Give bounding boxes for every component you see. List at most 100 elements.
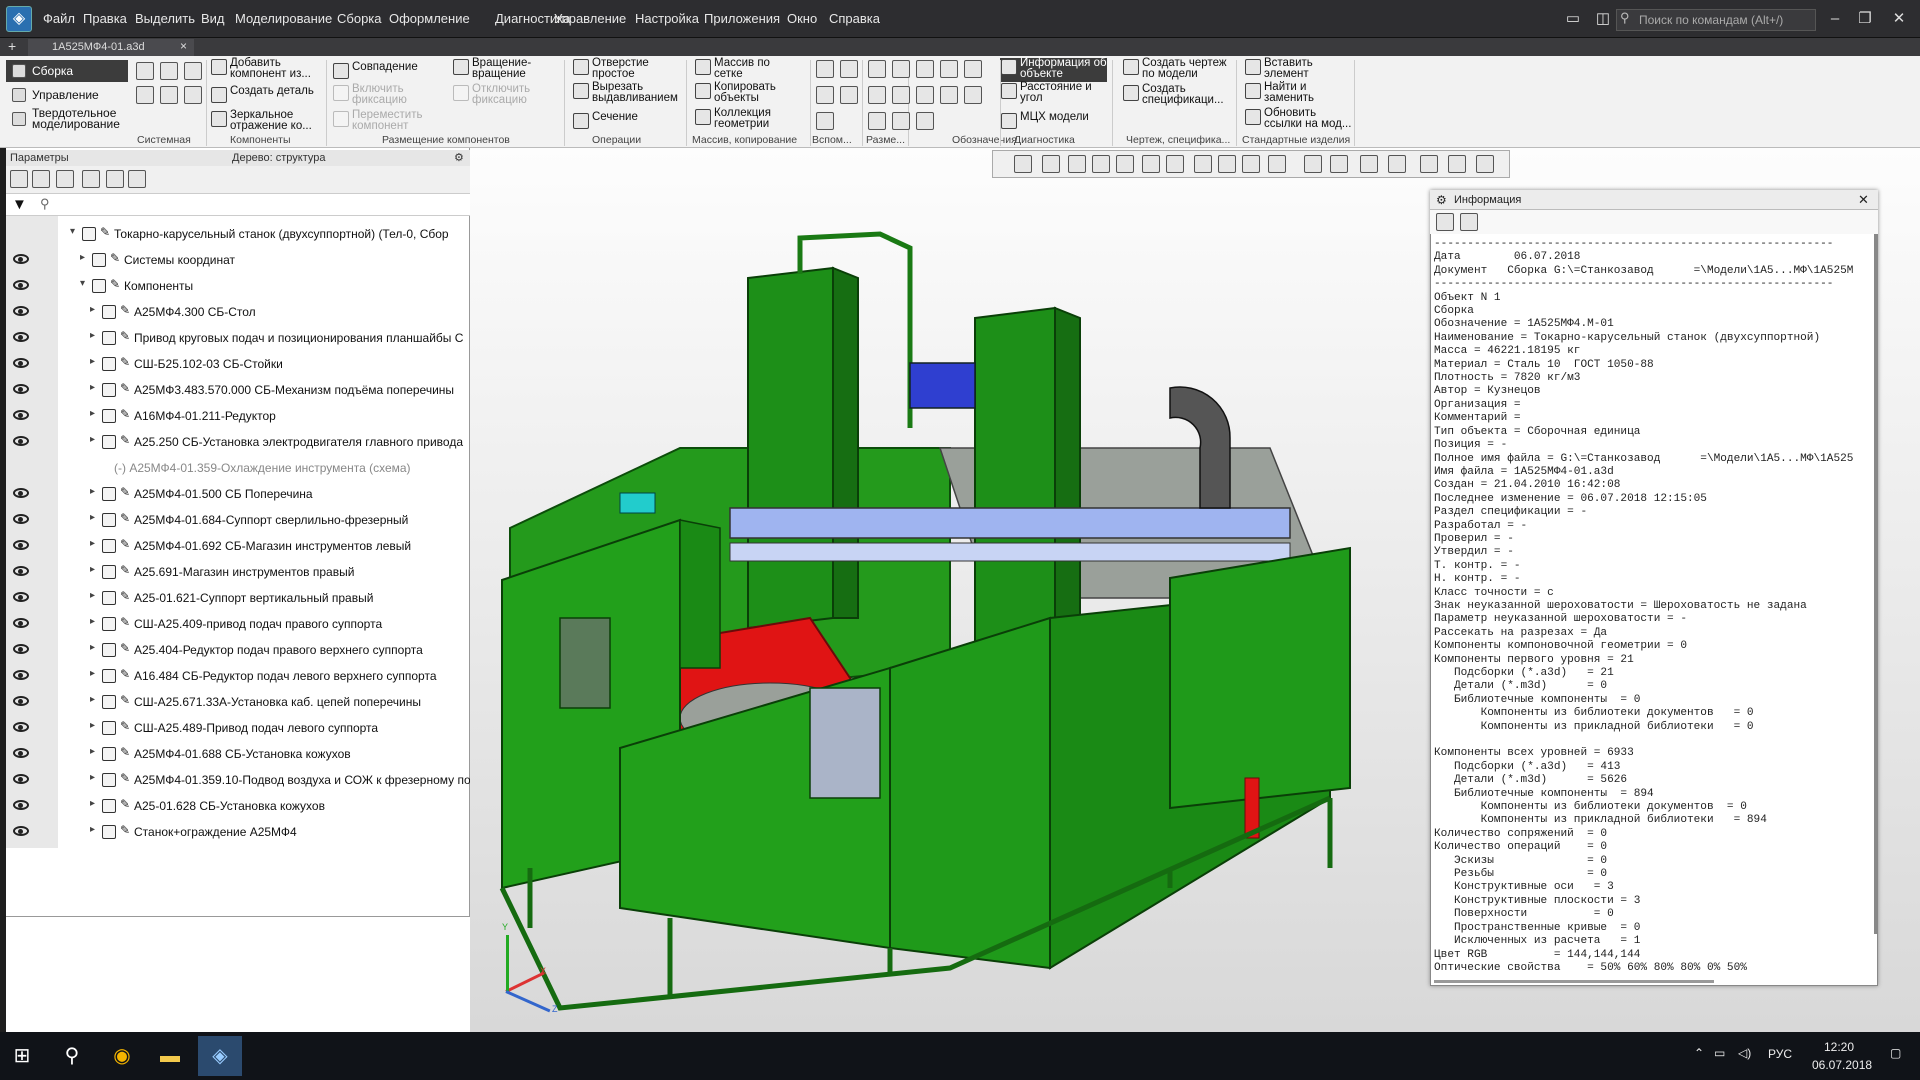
tree-row[interactable]: ▸ ✎ Станок+ограждение А25МФ4 [6,820,470,846]
menu-item[interactable]: Файл [38,0,80,38]
tree-row[interactable]: ▸ ✎ А25МФ3.483.570.000 СБ-Механизм подъёма… [6,378,470,404]
ribbon-tool-icon[interactable] [964,86,982,104]
chrome-icon[interactable]: ◉ [100,1036,144,1076]
ribbon-tool-icon[interactable] [940,60,958,78]
clock-time[interactable]: 12:20 [1824,1040,1854,1054]
expand-arrow-icon[interactable]: ▸ [90,564,95,575]
view-tool-icon[interactable] [1116,155,1134,173]
tree-row[interactable]: ▸ ✎ А25МФ4-01.500 СБ Поперечина [6,482,470,508]
ribbon-button-11[interactable]: Массив по сетке [694,57,770,82]
expand-arrow-icon[interactable]: ▸ [90,824,95,835]
document-tab[interactable]: 1А525МФ4-01.a3d [28,39,194,56]
tree-row[interactable]: ▸ ✎ А25-01.621-Суппорт вертикальный правый [6,586,470,612]
ribbon-button-7[interactable]: Отключить фиксацию [452,83,530,108]
restore-button[interactable]: ❐ [1848,6,1882,32]
tree-tool-icon[interactable] [106,170,124,188]
menu-item[interactable]: Моделирование [230,0,337,38]
menu-item[interactable]: Окно [782,0,822,38]
expand-arrow-icon[interactable]: ▸ [90,356,95,367]
collapse-arrow-icon[interactable]: ▾ [70,226,75,237]
visibility-eye-icon[interactable] [13,514,29,524]
expand-arrow-icon[interactable]: ▸ [90,720,95,731]
tree-row[interactable]: ▸ ✎ СШ-А25.489-Привод подач левого суппорт… [6,716,470,742]
ribbon-tool-icon[interactable] [160,62,178,80]
expand-arrow-icon[interactable]: ▸ [80,252,85,263]
visibility-eye-icon[interactable] [13,618,29,628]
ribbon-tool-icon[interactable] [868,60,886,78]
print-icon[interactable] [1460,213,1478,231]
tree-row[interactable]: ▸ ✎ А25.691-Магазин инструментов правый [6,560,470,586]
menu-item[interactable]: Выделить [130,0,200,38]
visibility-eye-icon[interactable] [13,384,29,394]
tree-row[interactable]: ▸ ✎ СШ-Б25.102-03 СБ-Стойки [6,352,470,378]
tree-tool-icon[interactable] [82,170,100,188]
expand-arrow-icon[interactable]: ▸ [90,772,95,783]
expand-arrow-icon[interactable]: ▸ [90,304,95,315]
visibility-eye-icon[interactable] [13,696,29,706]
view-tool-icon[interactable] [1268,155,1286,173]
view-tool-icon[interactable] [1014,155,1032,173]
network-icon[interactable]: ▭ [1714,1046,1725,1060]
visibility-eye-icon[interactable] [13,280,29,290]
tree-tool-icon[interactable] [10,170,28,188]
ribbon-button-2[interactable]: Зеркальное отражение ко... [210,109,312,134]
ribbon-button-13[interactable]: Коллекция геометрии [694,107,771,132]
visibility-eye-icon[interactable] [13,800,29,810]
info-scrollbar-vertical[interactable] [1874,234,1878,934]
taskbar-search-icon[interactable]: ⚲ [50,1036,94,1076]
view-tool-icon[interactable] [1330,155,1348,173]
tree-mode-label[interactable]: Дерево: структура [232,150,326,166]
panel-settings-icon[interactable]: ⚙ [454,150,464,166]
ribbon-button-14[interactable]: Информация об объекте [1000,57,1107,82]
file-explorer-icon[interactable]: ▬ [148,1036,192,1076]
tree-row[interactable]: ▸ ✎ А25МФ4.300 СБ-Стол [6,300,470,326]
visibility-eye-icon[interactable] [13,410,29,420]
ribbon-tool-icon[interactable] [940,86,958,104]
visibility-eye-icon[interactable] [13,332,29,342]
ribbon-tool-icon[interactable] [892,86,910,104]
close-button[interactable]: ✕ [1882,6,1916,32]
visibility-eye-icon[interactable] [13,644,29,654]
ribbon-tool-icon[interactable] [184,86,202,104]
volume-icon[interactable]: ◁) [1738,1046,1751,1060]
tree-search-icon[interactable]: ⚲ [40,196,50,212]
visibility-eye-icon[interactable] [13,540,29,550]
ribbon-tool-icon[interactable] [868,112,886,130]
tree-row[interactable]: (-) А25МФ4-01.359-Охлаждение инструмента… [6,456,470,482]
ribbon-tool-icon[interactable] [916,112,934,130]
tree-tool-icon[interactable] [128,170,146,188]
visibility-eye-icon[interactable] [13,436,29,446]
ribbon-button-6[interactable]: Вращение- вращение [452,57,531,82]
ribbon-tool-icon[interactable] [916,60,934,78]
ribbon-button-12[interactable]: Копировать объекты [694,81,776,106]
view-tool-icon[interactable] [1042,155,1060,173]
visibility-eye-icon[interactable] [13,592,29,602]
visibility-eye-icon[interactable] [13,566,29,576]
tree-row[interactable]: ▸ ✎ СШ-А25.671.33А-Установка каб. цепей по… [6,690,470,716]
ribbon-button-21[interactable]: Обновить ссылки на мод... [1244,107,1351,132]
ribbon-tool-icon[interactable] [160,86,178,104]
kompas-app-icon[interactable]: ◈ [198,1036,242,1076]
view-tool-icon[interactable] [1304,155,1322,173]
view-tool-icon[interactable] [1142,155,1160,173]
expand-arrow-icon[interactable]: ▸ [90,538,95,549]
ribbon-tool-icon[interactable] [868,86,886,104]
tree-row[interactable]: ▸ ✎ А25-01.628 СБ-Установка кожухов [6,794,470,820]
view-tool-icon[interactable] [1420,155,1438,173]
ribbon-tool-icon[interactable] [916,86,934,104]
input-language[interactable]: РУС [1768,1047,1792,1061]
visibility-eye-icon[interactable] [13,358,29,368]
ribbon-tool-icon[interactable] [184,62,202,80]
tree-row[interactable]: ▸ ✎ Системы координат [6,248,470,274]
expand-arrow-icon[interactable]: ▸ [90,694,95,705]
start-icon[interactable]: ⊞ [0,1036,44,1076]
new-tab-button[interactable]: + [8,38,16,54]
tree-row[interactable]: ▸ ✎ СШ-А25.409-привод подач правого суппор… [6,612,470,638]
view-tool-icon[interactable] [1218,155,1236,173]
tree-row[interactable]: ▸ ✎ А25МФ4-01.684-Суппорт сверлильно-фрезе… [6,508,470,534]
ribbon-mode-2[interactable]: Твердотельное моделирование [6,107,128,130]
view-tool-icon[interactable] [1388,155,1406,173]
ribbon-tool-icon[interactable] [892,60,910,78]
ribbon-button-20[interactable]: Найти и заменить [1244,81,1314,106]
menu-item[interactable]: Справка [824,0,885,38]
